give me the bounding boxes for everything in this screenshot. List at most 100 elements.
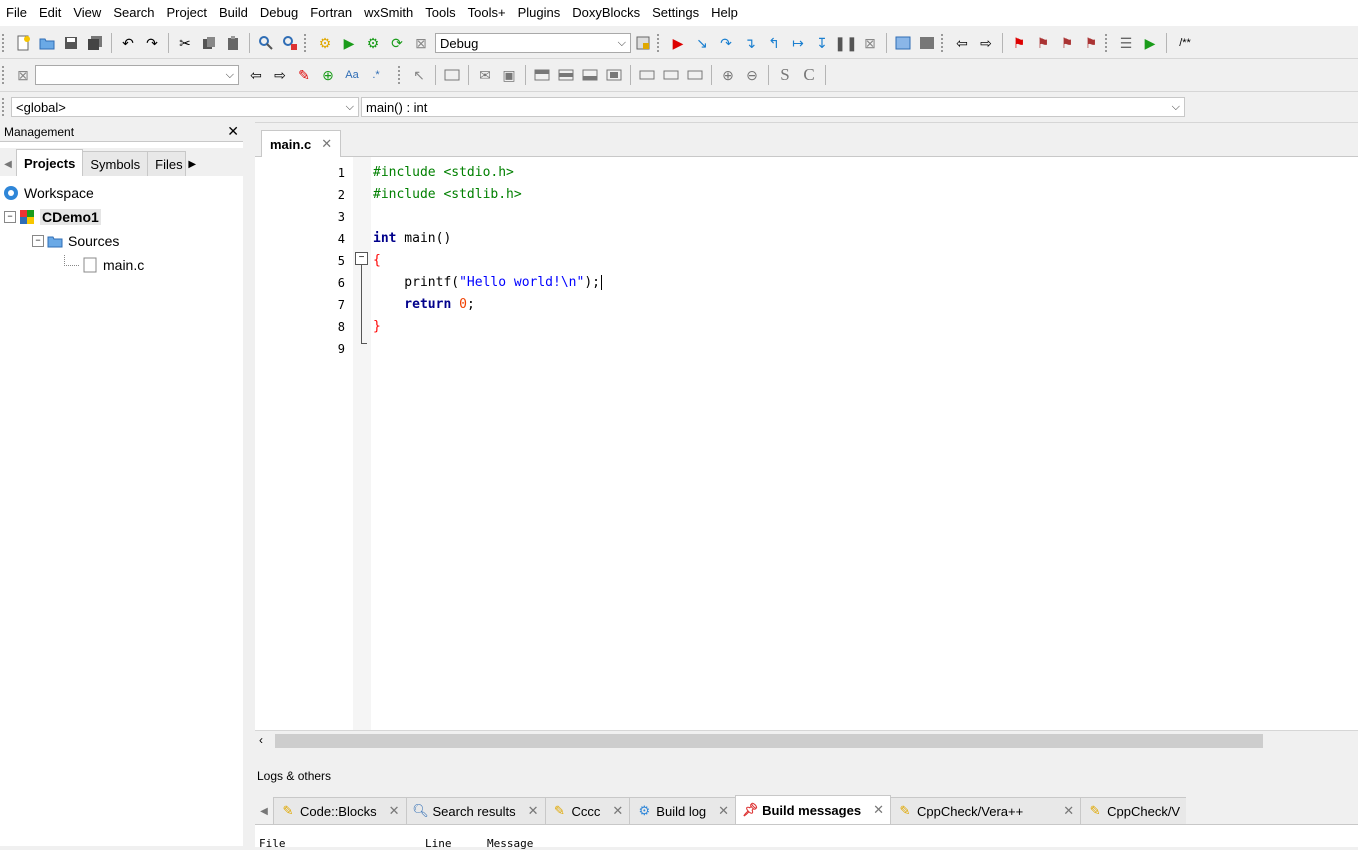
tabs-scroll-right-icon[interactable]: ▶: [185, 152, 199, 176]
logtabs-scroll-left-icon[interactable]: ◀: [255, 798, 273, 824]
menu-item-file[interactable]: File: [0, 0, 33, 26]
tab-search-results[interactable]: 🔍︎ Search results ✕: [405, 797, 546, 824]
menu-item-tools[interactable]: Tools: [419, 0, 461, 26]
tab-codeblocks-log[interactable]: ✎ Code::Blocks ✕: [273, 797, 407, 824]
bookmark-next-icon[interactable]: ⚑: [1058, 34, 1076, 52]
copy-icon[interactable]: [200, 34, 218, 52]
step-into-icon[interactable]: ↴: [741, 34, 759, 52]
build-and-run-icon[interactable]: ⚙: [364, 34, 382, 52]
bar-middle-icon[interactable]: [557, 66, 575, 84]
tab-projects[interactable]: Projects: [16, 149, 84, 176]
next-line-icon[interactable]: ↷: [717, 34, 735, 52]
doxy-extract-icon[interactable]: ▶: [1141, 34, 1159, 52]
column-header-file[interactable]: File: [259, 837, 286, 850]
paste-icon[interactable]: [224, 34, 242, 52]
menu-item-settings[interactable]: Settings: [646, 0, 705, 26]
match-case-icon[interactable]: Aa: [343, 66, 361, 84]
zoom-in-icon[interactable]: ⊕: [719, 66, 737, 84]
tab-files[interactable]: Files: [147, 151, 187, 176]
next-instruction-icon[interactable]: ↦: [789, 34, 807, 52]
zoom-out-icon[interactable]: ⊖: [743, 66, 761, 84]
debug-start-icon[interactable]: ▶: [669, 34, 687, 52]
highlight-icon[interactable]: ✎: [295, 66, 313, 84]
frame-icon[interactable]: [443, 66, 461, 84]
scrollbar-thumb[interactable]: [275, 734, 1263, 748]
menu-item-search[interactable]: Search: [107, 0, 160, 26]
close-icon[interactable]: ✕: [528, 803, 539, 819]
bar-fill-icon[interactable]: [605, 66, 623, 84]
text-c-icon[interactable]: C: [800, 66, 818, 84]
doxy-comment-icon[interactable]: /**: [1174, 34, 1196, 52]
close-icon[interactable]: ✕: [321, 136, 332, 152]
rebuild-icon[interactable]: ⟳: [388, 34, 406, 52]
bar-top-icon[interactable]: [533, 66, 551, 84]
menu-item-view[interactable]: View: [67, 0, 107, 26]
tree-item-main-c[interactable]: main.c: [64, 254, 144, 276]
undo-icon[interactable]: ↶: [119, 34, 137, 52]
menu-item-toolsplus[interactable]: Tools+: [462, 0, 512, 26]
replace-icon[interactable]: [281, 34, 299, 52]
tab-cccc[interactable]: ✎ Cccc ✕: [544, 797, 631, 824]
tabs-scroll-left-icon[interactable]: ◀: [0, 152, 16, 176]
menu-item-project[interactable]: Project: [161, 0, 213, 26]
rect-1-icon[interactable]: [638, 66, 656, 84]
horizontal-scrollbar[interactable]: ‹: [255, 730, 1358, 751]
open-folder-icon[interactable]: [38, 34, 56, 52]
tab-cppcheck-v[interactable]: ✎ CppCheck/V: [1080, 797, 1187, 824]
image-frame-icon[interactable]: ▣: [500, 66, 518, 84]
panel-splitter[interactable]: [243, 122, 255, 846]
search-next-icon[interactable]: ⇨: [271, 66, 289, 84]
incremental-search-combo[interactable]: ⌵: [35, 65, 239, 85]
save-icon[interactable]: [62, 34, 80, 52]
pointer-icon[interactable]: ↖: [410, 66, 428, 84]
close-icon[interactable]: ✕: [227, 123, 239, 140]
function-select[interactable]: main() : int ⌵: [361, 97, 1185, 117]
scroll-left-icon[interactable]: ‹: [259, 733, 263, 747]
search-prev-icon[interactable]: ⇦: [247, 66, 265, 84]
tab-build-messages[interactable]: 📌︎ Build messages ✕: [735, 795, 891, 824]
build-gear-icon[interactable]: ⚙: [316, 34, 334, 52]
close-icon[interactable]: ✕: [1063, 803, 1074, 819]
menu-item-edit[interactable]: Edit: [33, 0, 67, 26]
tree-item-workspace[interactable]: Workspace: [2, 182, 94, 204]
step-into-instruction-icon[interactable]: ↧: [813, 34, 831, 52]
menu-item-wxsmith[interactable]: wxSmith: [358, 0, 419, 26]
close-icon[interactable]: ✕: [873, 802, 884, 818]
code-editor[interactable]: 1 2 3 4 5 6 7 8 9 − #include <stdio.h> #…: [255, 157, 1358, 730]
tab-build-log[interactable]: ⚙ Build log ✕: [629, 797, 737, 824]
close-icon[interactable]: ✕: [612, 803, 623, 819]
regex-icon[interactable]: .*: [367, 66, 385, 84]
build-target-dialog-icon[interactable]: [634, 34, 652, 52]
step-out-icon[interactable]: ↰: [765, 34, 783, 52]
clear-search-icon[interactable]: ⊠: [14, 66, 32, 84]
envelope-icon[interactable]: ✉: [476, 66, 494, 84]
scope-select[interactable]: <global> ⌵: [11, 97, 359, 117]
doxywizard-icon[interactable]: ☰: [1117, 34, 1135, 52]
stop-debug-icon[interactable]: ⊠: [861, 34, 879, 52]
column-header-message[interactable]: Message: [487, 837, 533, 850]
column-header-line[interactable]: Line: [425, 837, 452, 850]
tree-item-project[interactable]: − CDemo1: [4, 206, 101, 228]
bookmark-toggle-icon[interactable]: ⚑: [1010, 34, 1028, 52]
rect-2-icon[interactable]: [662, 66, 680, 84]
toolbar-grip[interactable]: [2, 34, 7, 52]
tab-main-c[interactable]: main.c ✕: [261, 130, 342, 157]
pause-icon[interactable]: ❚❚: [834, 34, 857, 52]
tree-item-sources[interactable]: − Sources: [32, 230, 119, 252]
bar-bottom-icon[interactable]: [581, 66, 599, 84]
close-icon[interactable]: ✕: [389, 803, 400, 819]
new-file-icon[interactable]: [14, 34, 32, 52]
menu-item-debug[interactable]: Debug: [254, 0, 304, 26]
jump-forward-icon[interactable]: ⇨: [977, 34, 995, 52]
menu-item-fortran[interactable]: Fortran: [304, 0, 358, 26]
debug-windows-icon[interactable]: [894, 34, 912, 52]
collapse-icon[interactable]: −: [4, 211, 16, 223]
find-icon[interactable]: [257, 34, 275, 52]
abort-icon[interactable]: ⊠: [412, 34, 430, 52]
menu-item-plugins[interactable]: Plugins: [512, 0, 567, 26]
menu-item-help[interactable]: Help: [705, 0, 744, 26]
bookmark-prev-icon[interactable]: ⚑: [1034, 34, 1052, 52]
save-all-icon[interactable]: [86, 34, 104, 52]
run-to-cursor-icon[interactable]: ↘: [693, 34, 711, 52]
various-info-icon[interactable]: [918, 34, 936, 52]
